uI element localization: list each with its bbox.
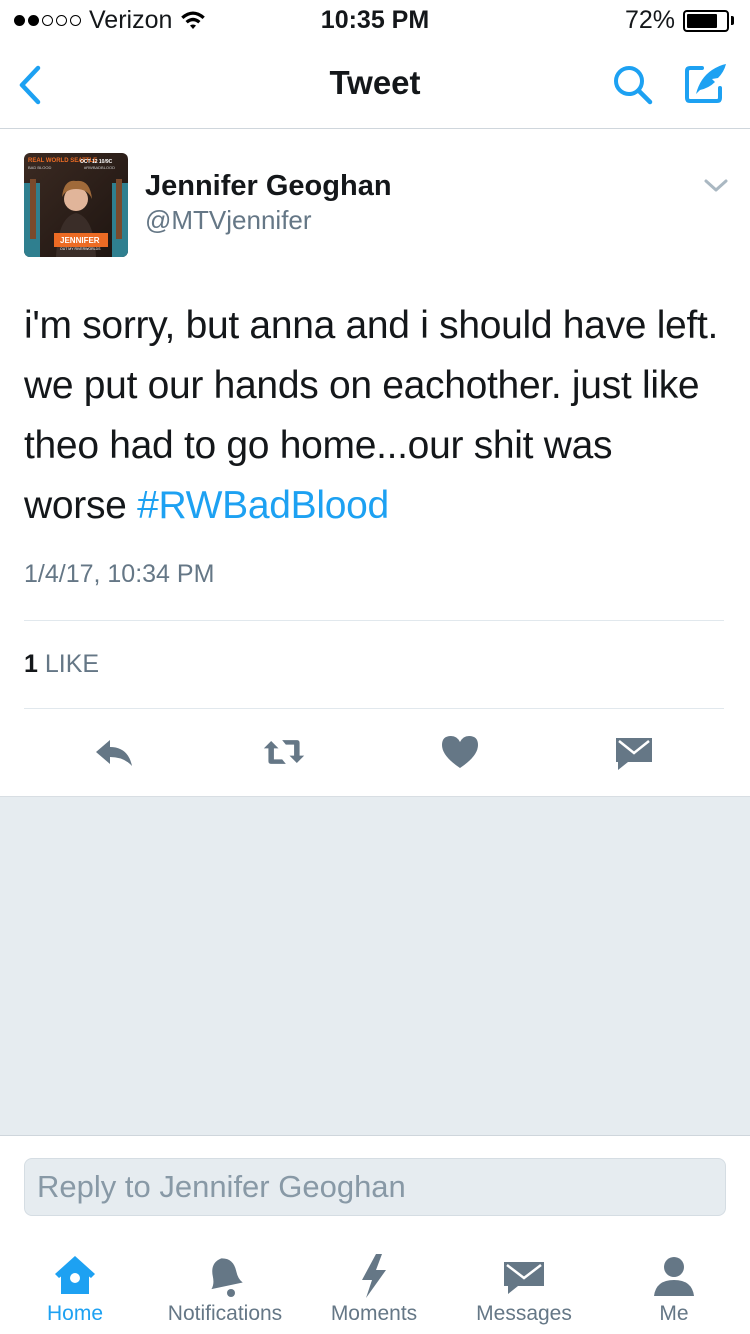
tab-messages[interactable]: Messages xyxy=(462,1240,586,1334)
author-name[interactable]: Jennifer Geoghan xyxy=(145,170,392,203)
retweet-icon[interactable] xyxy=(262,730,306,774)
tab-notifications[interactable]: Notifications xyxy=(150,1240,300,1334)
tab-moments[interactable]: Moments xyxy=(318,1240,430,1334)
compose-tweet-icon[interactable] xyxy=(682,60,730,106)
tab-label: Me xyxy=(659,1302,689,1325)
chevron-down-icon[interactable] xyxy=(703,176,729,196)
tab-label: Messages xyxy=(476,1302,572,1325)
avatar-name-sub: OUT MY RIVERWORLDS xyxy=(60,247,101,251)
divider xyxy=(24,708,724,709)
tab-label: Moments xyxy=(330,1302,418,1325)
person-icon xyxy=(654,1257,694,1296)
battery-percent: 72% xyxy=(624,6,675,34)
envelope-icon xyxy=(504,1262,544,1294)
avatar[interactable]: REAL WORLD SEATTLE BAD BLOOD OCT 12 10/9… xyxy=(24,153,128,257)
tab-label: Home xyxy=(46,1302,104,1325)
tweet-timestamp: 1/4/17, 10:34 PM xyxy=(24,560,215,588)
tab-me[interactable]: Me xyxy=(634,1240,714,1334)
home-icon xyxy=(55,1256,95,1294)
reply-input[interactable] xyxy=(25,1159,725,1215)
like-heart-icon[interactable] xyxy=(438,730,482,774)
hashtag-link[interactable]: #RWBadBlood xyxy=(137,484,389,527)
tweet-actions xyxy=(0,730,750,794)
tab-label: Notifications xyxy=(167,1302,283,1325)
like-count: 1 xyxy=(24,650,38,678)
status-bar: Verizon 10:35 PM 72% xyxy=(0,0,750,40)
like-count-row[interactable]: 1 LIKE xyxy=(24,650,99,679)
bell-icon xyxy=(211,1258,243,1297)
tab-home[interactable]: Home xyxy=(22,1240,128,1334)
reply-icon[interactable] xyxy=(92,730,136,774)
avatar-name-banner: JENNIFER xyxy=(60,236,100,245)
search-icon[interactable] xyxy=(610,62,656,108)
direct-message-icon[interactable] xyxy=(612,730,656,774)
avatar-show-subtitle: BAD BLOOD xyxy=(28,165,51,170)
battery-icon xyxy=(683,9,729,32)
divider xyxy=(24,620,724,621)
avatar-hashtag: #RWBADBLOOD xyxy=(84,165,115,170)
like-label: LIKE xyxy=(44,650,100,678)
lightning-icon xyxy=(362,1254,386,1298)
tweet-text: i'm sorry, but anna and i should have le… xyxy=(24,296,724,536)
author-handle[interactable]: @MTVjennifer xyxy=(145,205,312,236)
nav-bar: Tweet xyxy=(0,40,750,129)
avatar-image: REAL WORLD SEATTLE BAD BLOOD OCT 12 10/9… xyxy=(24,153,128,257)
conversation-area xyxy=(0,796,750,1136)
tab-bar: Home Notifications Moments Messages Me xyxy=(0,1240,750,1334)
battery-group: 72% xyxy=(625,6,734,35)
reply-field[interactable] xyxy=(24,1158,726,1216)
